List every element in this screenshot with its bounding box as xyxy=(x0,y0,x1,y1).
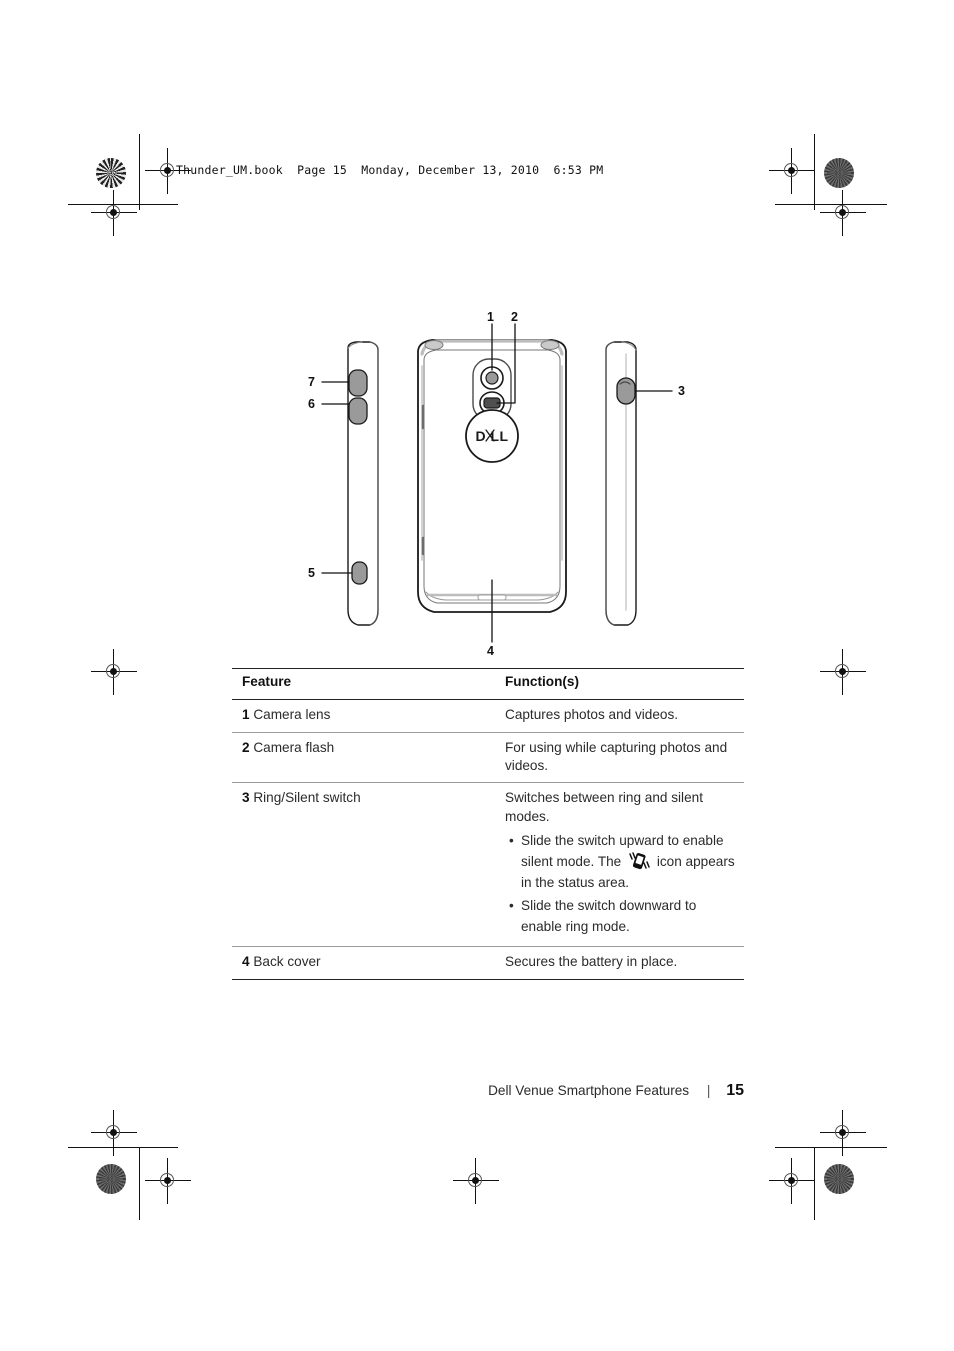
bullet-line-1: Slide the switch downward to xyxy=(521,898,697,914)
registration-mark-bottom-left-outer xyxy=(91,1110,137,1156)
feature-number: 4 xyxy=(242,954,250,970)
density-patch-bottom-left xyxy=(96,1164,126,1194)
bullet-line-2: enable ring mode. xyxy=(521,919,630,935)
volume-up-button xyxy=(348,369,368,397)
registration-mark-bottom-center xyxy=(453,1158,499,1204)
feature-function-table: Feature Function(s) 1 Camera lens Captur… xyxy=(232,668,744,980)
callout-2: 2 xyxy=(511,310,518,324)
trim-line-left-vertical-bottom xyxy=(139,1148,140,1220)
product-diagram: D LL 7 6 5 1 2 3 4 xyxy=(300,310,700,665)
registration-mark-top-right xyxy=(769,148,815,194)
table-row: 4 Back cover Secures the battery in plac… xyxy=(232,947,744,980)
bullet-text-after-icon: icon appears xyxy=(656,854,735,870)
feature-function-table-wrapper: Feature Function(s) 1 Camera lens Captur… xyxy=(232,668,744,980)
function-cell: For using while capturing photos and vid… xyxy=(501,732,744,783)
registration-mark-top-right-outer xyxy=(820,190,866,236)
phone-views-illustration: D LL xyxy=(321,323,673,643)
dell-logo-wordmark: D LL xyxy=(475,428,508,444)
function-text: Captures photos and videos. xyxy=(505,707,679,723)
feature-label: Camera flash xyxy=(253,739,335,755)
table-row: 3 Ring/Silent switch Switches between ri… xyxy=(232,783,744,947)
feature-number: 1 xyxy=(242,707,250,723)
page-number: 15 xyxy=(726,1082,744,1099)
footer-separator: | xyxy=(706,1083,711,1098)
density-patch-top-right xyxy=(824,158,854,188)
function-text: For using while capturing photos and vid… xyxy=(505,739,728,774)
column-header-function: Function(s) xyxy=(505,674,579,689)
function-text: Secures the battery in place. xyxy=(505,954,678,970)
camera-button xyxy=(351,561,368,585)
registration-mark-bottom-left xyxy=(145,1158,191,1204)
bullet-text-before-icon: silent mode. The xyxy=(521,854,622,870)
function-text: Switches between ring and silent modes. xyxy=(505,790,703,824)
bullet-line-3: in the status area. xyxy=(521,875,630,891)
feature-cell: 3 Ring/Silent switch xyxy=(232,783,501,947)
registration-mark-top-left-outer xyxy=(91,190,137,236)
registration-mark-middle-right xyxy=(820,649,866,695)
vibrate-phone-icon xyxy=(628,851,650,871)
trim-line-right-vertical xyxy=(814,134,815,210)
callout-4: 4 xyxy=(487,644,494,658)
registration-mark-bottom-right xyxy=(769,1158,815,1204)
registration-mark-bottom-right-outer xyxy=(820,1110,866,1156)
book-slug-line: Thunder_UM.book Page 15 Monday, December… xyxy=(176,163,604,177)
svg-text:D LL: D LL xyxy=(475,428,508,444)
feature-cell: 2 Camera flash xyxy=(232,732,501,783)
function-bullet-list: Slide the switch upward to enable silent… xyxy=(505,830,740,937)
feature-label: Camera lens xyxy=(253,707,331,723)
density-patch-bottom-right xyxy=(824,1164,854,1194)
callout-7: 7 xyxy=(308,375,315,389)
feature-label: Ring/Silent switch xyxy=(253,790,361,806)
callout-5: 5 xyxy=(308,566,315,580)
list-item: Slide the switch downward to enable ring… xyxy=(509,895,740,937)
callout-6: 6 xyxy=(308,397,315,411)
function-cell: Secures the battery in place. xyxy=(501,947,744,979)
registration-mark-middle-left xyxy=(91,649,137,695)
density-patch-top-left xyxy=(96,158,126,188)
page-footer: Dell Venue Smartphone Features | 15 xyxy=(232,1082,744,1100)
volume-down-button xyxy=(348,397,368,425)
bullet-line-2: silent mode. The icon appears xyxy=(521,851,740,872)
feature-cell: 4 Back cover xyxy=(232,947,501,979)
table-row: 1 Camera lens Captures photos and videos… xyxy=(232,700,744,733)
callout-3: 3 xyxy=(678,384,685,398)
feature-label: Back cover xyxy=(253,954,321,970)
function-cell: Captures photos and videos. xyxy=(501,700,744,732)
trim-line-left-vertical xyxy=(139,134,140,210)
table-header: Feature Function(s) xyxy=(232,668,744,700)
callout-1: 1 xyxy=(487,310,494,324)
feature-number: 2 xyxy=(242,739,250,755)
feature-number: 3 xyxy=(242,790,250,806)
trim-line-right-vertical-bottom xyxy=(814,1148,815,1220)
bullet-line-1: Slide the switch upward to enable xyxy=(521,833,724,849)
list-item: Slide the switch upward to enable silent… xyxy=(509,830,740,893)
table-row: 2 Camera flash For using while capturing… xyxy=(232,732,744,783)
function-cell: Switches between ring and silent modes. … xyxy=(501,783,744,947)
table-header-row: Feature Function(s) xyxy=(232,669,744,700)
feature-cell: 1 Camera lens xyxy=(232,700,501,732)
column-header-feature: Feature xyxy=(242,674,292,689)
table-body: 1 Camera lens Captures photos and videos… xyxy=(232,700,744,980)
footer-chapter-title: Dell Venue Smartphone Features xyxy=(488,1083,690,1098)
